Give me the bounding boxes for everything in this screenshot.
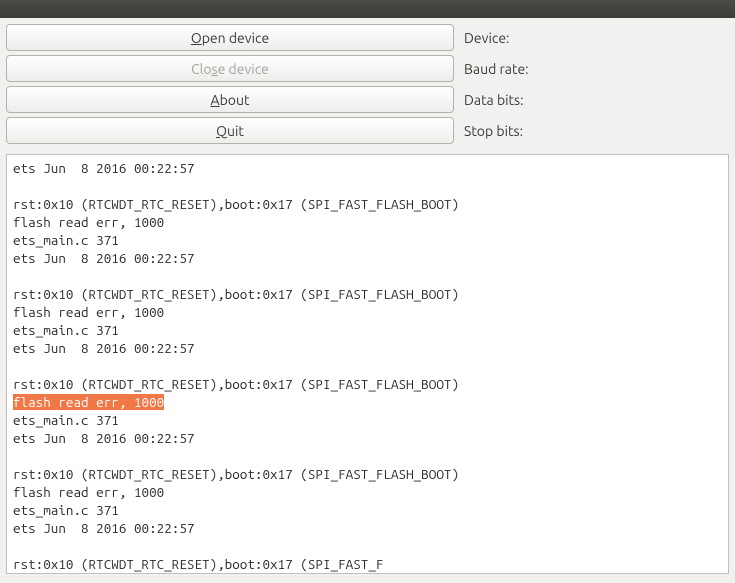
- about-button[interactable]: About: [6, 86, 454, 113]
- terminal-line-highlighted: flash read err, 1000: [13, 394, 164, 410]
- data-bits-label: Data bits:: [464, 92, 524, 108]
- terminal-line: ets_main.c 371: [13, 502, 126, 518]
- terminal-line: rst:0x10 (RTCWDT_RTC_RESET),boot:0x17 (S…: [13, 556, 383, 572]
- close-device-button[interactable]: Close device: [6, 55, 454, 82]
- terminal-line: rst:0x10 (RTCWDT_RTC_RESET),boot:0x17 (S…: [13, 466, 459, 482]
- open-device-button[interactable]: Open device: [6, 24, 454, 51]
- window-content: Open device Device: Close device Baud ra…: [0, 18, 735, 580]
- terminal-line: rst:0x10 (RTCWDT_RTC_RESET),boot:0x17 (S…: [13, 196, 459, 212]
- terminal-line: flash read err, 1000: [13, 484, 164, 500]
- terminal-line: rst:0x10 (RTCWDT_RTC_RESET),boot:0x17 (S…: [13, 286, 459, 302]
- stop-bits-label: Stop bits:: [464, 123, 523, 139]
- terminal-line: ets Jun 8 2016 00:22:57: [13, 520, 194, 536]
- terminal-line: ets Jun 8 2016 00:22:57: [13, 430, 194, 446]
- control-row-close: Close device Baud rate:: [6, 55, 729, 82]
- control-row-quit: Quit Stop bits:: [6, 117, 729, 144]
- terminal-line: rst:0x10 (RTCWDT_RTC_RESET),boot:0x17 (S…: [13, 376, 459, 392]
- terminal-line: flash read err, 1000: [13, 304, 164, 320]
- control-row-about: About Data bits:: [6, 86, 729, 113]
- device-label: Device:: [464, 30, 510, 46]
- baud-rate-label: Baud rate:: [464, 61, 529, 77]
- quit-button[interactable]: Quit: [6, 117, 454, 144]
- terminal-line: ets Jun 8 2016 00:22:57: [13, 250, 194, 266]
- serial-terminal[interactable]: ets Jun 8 2016 00:22:57 rst:0x10 (RTCWDT…: [6, 154, 729, 574]
- terminal-line: flash read err, 1000: [13, 214, 164, 230]
- terminal-line: ets_main.c 371: [13, 232, 126, 248]
- terminal-line: ets Jun 8 2016 00:22:57: [13, 340, 194, 356]
- terminal-line: ets Jun 8 2016 00:22:57: [13, 160, 194, 176]
- terminal-line: ets_main.c 371: [13, 412, 126, 428]
- terminal-line: ets_main.c 371: [13, 322, 126, 338]
- controls-panel: Open device Device: Close device Baud ra…: [6, 24, 729, 144]
- window-titlebar: [0, 0, 735, 18]
- control-row-open: Open device Device:: [6, 24, 729, 51]
